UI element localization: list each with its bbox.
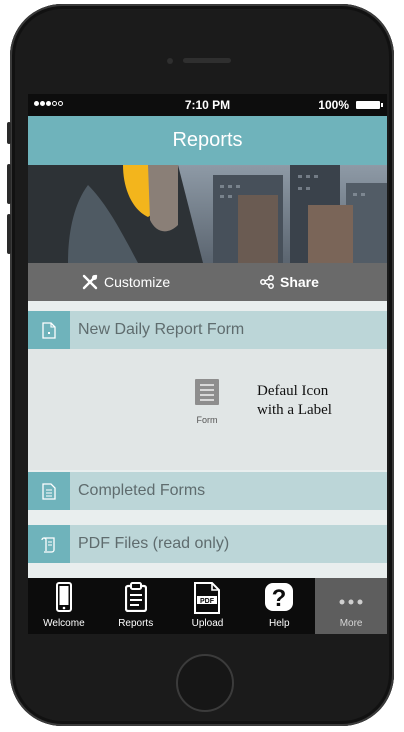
annotation-text: Defaul Icon with a Label — [257, 382, 367, 420]
share-label: Share — [280, 274, 319, 290]
annotation-line-2: with a Label — [257, 402, 332, 418]
section-label: PDF Files (read only) — [78, 535, 230, 552]
scroll-document-icon — [28, 525, 70, 563]
tab-label: Help — [269, 618, 290, 629]
section-new-daily-report-form[interactable]: New Daily Report Form — [28, 311, 387, 349]
tab-more[interactable]: More — [315, 578, 387, 634]
share-button[interactable]: Share — [260, 263, 319, 301]
bottom-tab-bar: Welcome Reports PDF Upload ? Help More — [28, 578, 387, 634]
svg-text:PDF: PDF — [200, 598, 215, 605]
share-icon — [260, 275, 274, 289]
mute-switch — [7, 122, 11, 144]
phone-icon — [55, 582, 72, 612]
status-bar: 7:10 PM 100% — [28, 94, 387, 116]
customize-button[interactable]: Customize — [82, 263, 170, 301]
battery-percent: 100% — [318, 98, 349, 112]
home-button[interactable] — [176, 654, 234, 712]
hero-banner-image — [28, 165, 387, 263]
tab-welcome[interactable]: Welcome — [28, 578, 100, 634]
question-icon: ? — [265, 583, 294, 612]
tab-label: Upload — [191, 618, 224, 629]
section-label: New Daily Report Form — [78, 321, 245, 338]
section-pdf-files[interactable]: PDF Files (read only) — [28, 525, 387, 563]
battery-icon — [356, 101, 383, 109]
section-label: Completed Forms — [78, 482, 206, 499]
front-camera — [167, 58, 173, 64]
volume-down-button — [7, 214, 11, 254]
document-icon — [28, 311, 70, 349]
more-dots-icon — [339, 599, 363, 605]
tab-label: Reports — [118, 618, 154, 629]
action-bar: Customize Share — [28, 263, 387, 301]
section-completed-forms[interactable]: Completed Forms — [28, 472, 387, 510]
tab-label: Welcome — [43, 618, 85, 629]
page-title: Reports — [28, 116, 387, 165]
tab-help[interactable]: ? Help — [243, 578, 315, 634]
svg-text:?: ? — [272, 585, 287, 612]
annotation-line-1: Defaul Icon — [257, 383, 329, 399]
clipboard-icon — [124, 582, 147, 612]
volume-up-button — [7, 164, 11, 204]
tools-icon — [82, 274, 98, 290]
list-document-icon — [28, 472, 70, 510]
form-grid-area: Form Defaul Icon with a Label — [28, 349, 387, 470]
tab-upload[interactable]: PDF Upload — [172, 578, 244, 634]
earpiece-speaker — [183, 58, 231, 63]
form-caption: Form — [196, 415, 218, 425]
pdf-icon: PDF — [194, 582, 221, 614]
tab-reports[interactable]: Reports — [100, 578, 172, 634]
app-screen: 7:10 PM 100% Reports Customize Share New… — [28, 94, 387, 634]
form-icon — [195, 379, 219, 405]
customize-label: Customize — [104, 274, 171, 290]
tab-label: More — [339, 618, 363, 629]
form-item[interactable]: Form — [178, 379, 236, 425]
